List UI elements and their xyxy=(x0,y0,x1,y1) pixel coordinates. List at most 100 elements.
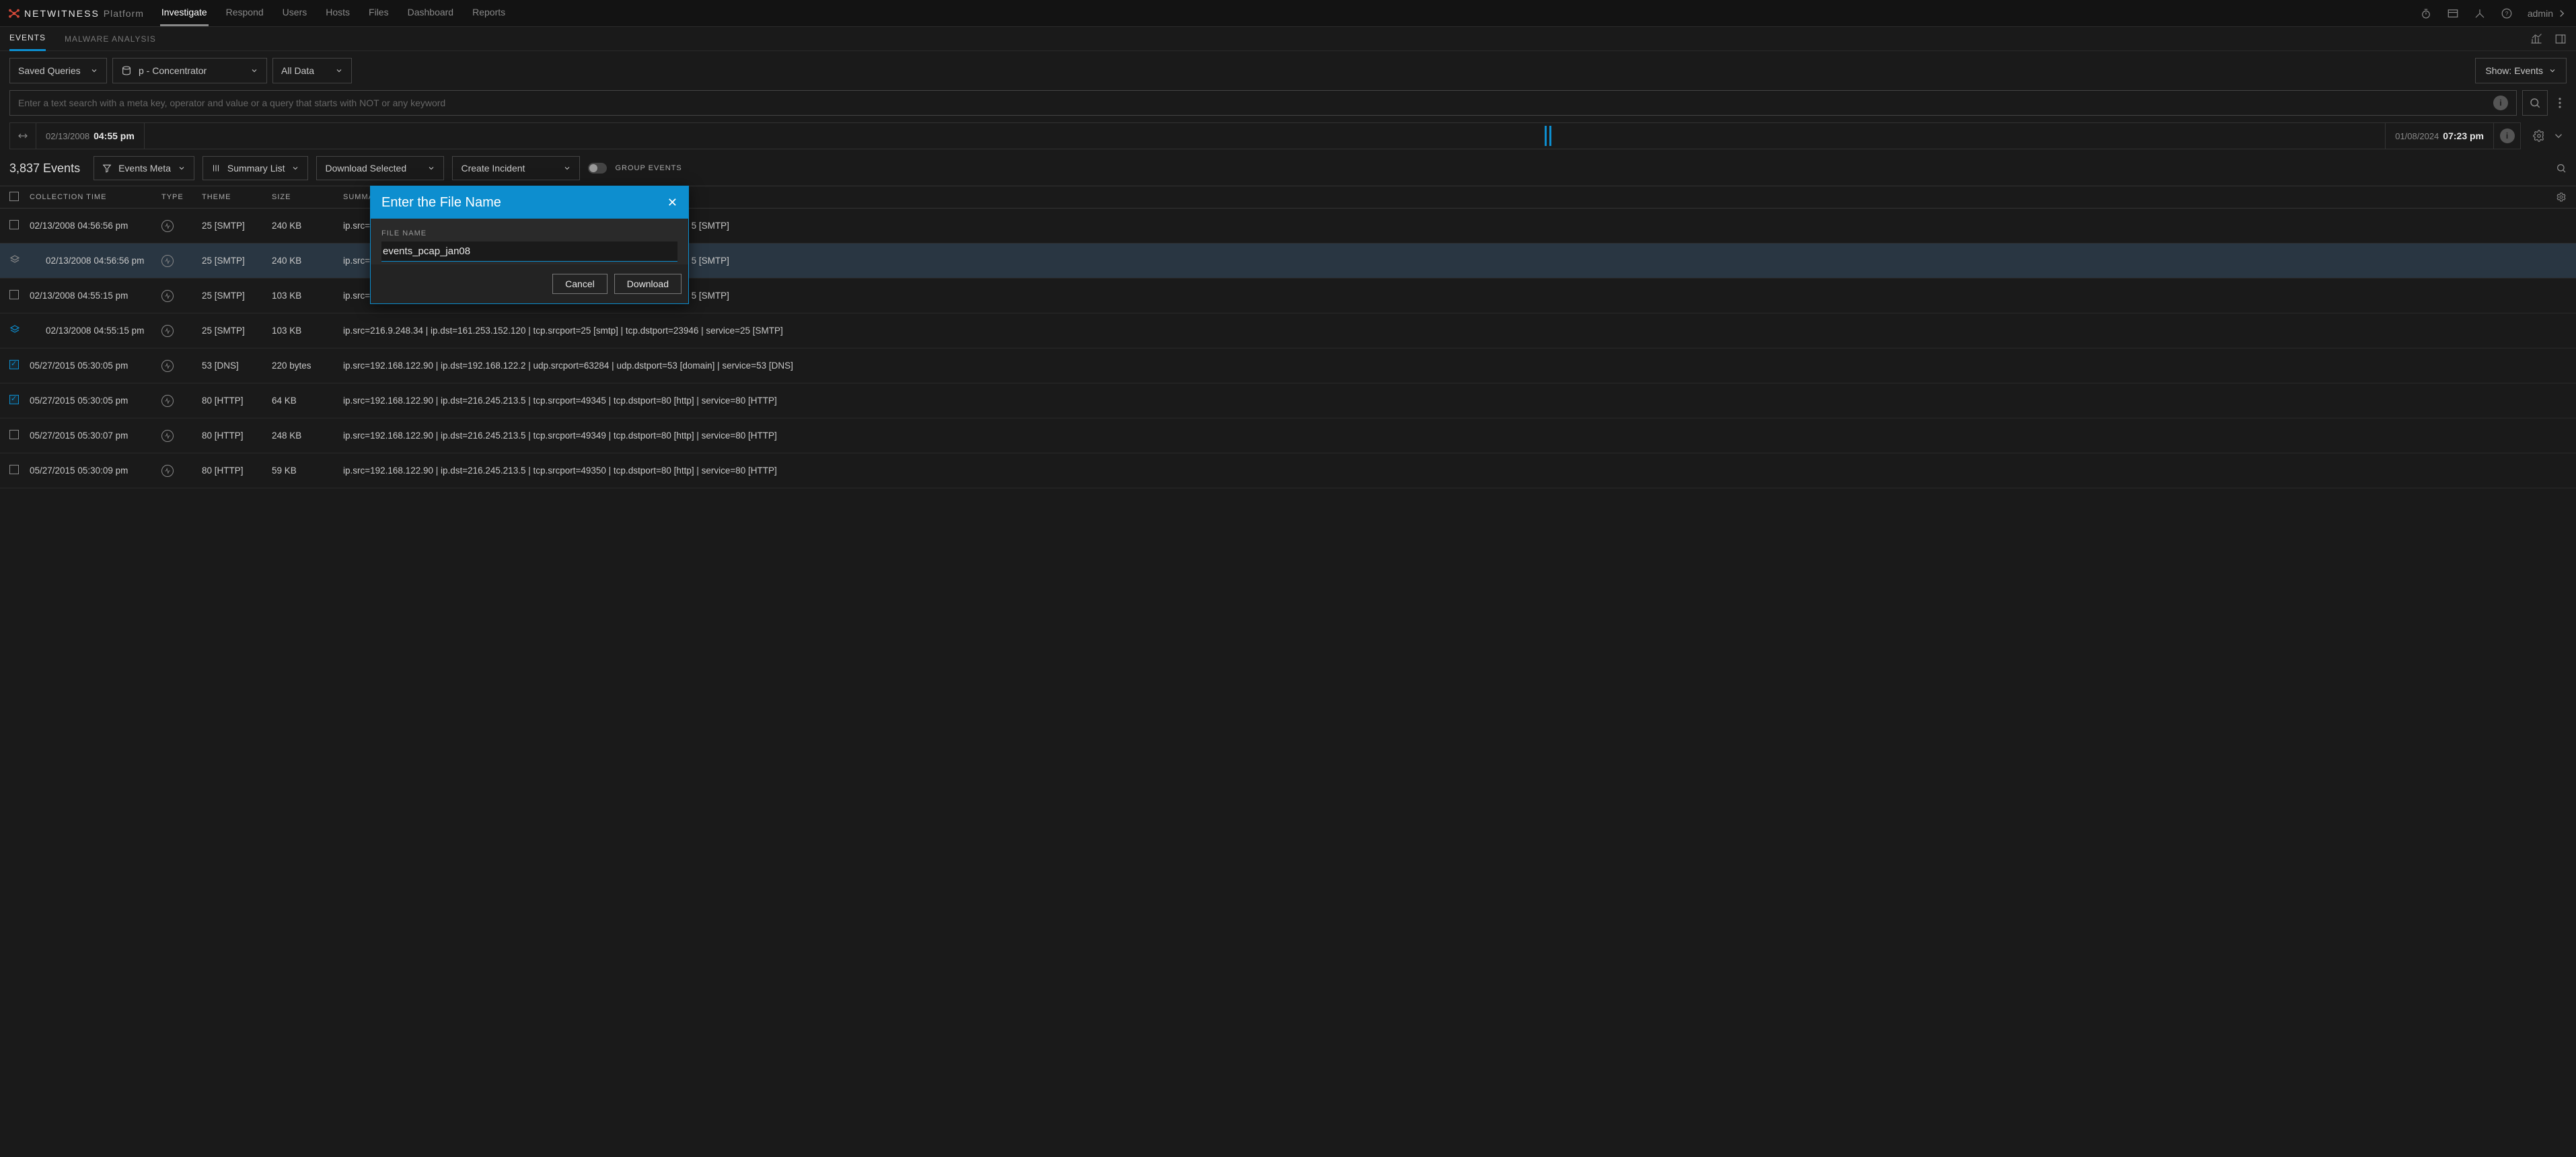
stack-icon[interactable] xyxy=(9,324,20,335)
search-button[interactable] xyxy=(2522,90,2548,116)
create-incident-dropdown[interactable]: Create Incident xyxy=(452,156,580,180)
time-settings-button[interactable] xyxy=(2528,122,2550,149)
col-type[interactable]: TYPE xyxy=(161,193,202,201)
row-checkbox[interactable] xyxy=(9,395,19,404)
table-row[interactable]: 05/27/2015 05:30:05 pm53 [DNS]220 bytesi… xyxy=(0,348,2576,383)
cell-theme: 80 [HTTP] xyxy=(202,396,272,406)
group-events-toggle[interactable] xyxy=(588,163,607,174)
col-theme[interactable]: THEME xyxy=(202,193,272,201)
subnav-malware[interactable]: MALWARE ANALYSIS xyxy=(65,28,156,50)
view-mode-dropdown[interactable]: Summary List xyxy=(203,156,309,180)
stopwatch-icon[interactable] xyxy=(2420,7,2432,20)
time-info-button[interactable]: i xyxy=(2494,122,2521,149)
table-row[interactable]: 05/27/2015 05:30:05 pm80 [HTTP]64 KBip.s… xyxy=(0,383,2576,418)
tools-icon[interactable] xyxy=(2474,7,2486,20)
analytics-icon[interactable] xyxy=(2530,33,2542,45)
chevron-down-icon xyxy=(427,164,435,172)
cell-type xyxy=(161,290,202,302)
cell-theme: 25 [SMTP] xyxy=(202,326,272,336)
cell-collection-time: 05/27/2015 05:30:05 pm xyxy=(27,361,161,371)
row-checkbox[interactable] xyxy=(9,360,19,369)
cell-theme: 80 [HTTP] xyxy=(202,431,272,441)
time-track[interactable] xyxy=(145,122,2385,149)
more-options-button[interactable] xyxy=(2553,90,2567,116)
events-meta-label: Events Meta xyxy=(118,163,171,174)
row-checkbox[interactable] xyxy=(9,290,19,299)
row-checkbox[interactable] xyxy=(9,430,19,439)
stack-icon[interactable] xyxy=(9,254,20,265)
info-icon[interactable]: i xyxy=(2493,96,2508,110)
filename-label: FILE NAME xyxy=(381,229,677,237)
time-start[interactable]: 02/13/2008 04:55 pm xyxy=(36,122,145,149)
cell-type xyxy=(161,465,202,477)
action-bar: 3,837 Events Events Meta Summary List Do… xyxy=(0,156,2576,186)
action-bar-right xyxy=(2556,163,2567,174)
network-type-icon xyxy=(161,290,174,302)
select-all-checkbox[interactable] xyxy=(9,192,19,201)
queue-icon[interactable] xyxy=(2447,7,2459,20)
nav-reports[interactable]: Reports xyxy=(471,0,507,26)
download-dropdown[interactable]: Download Selected xyxy=(316,156,444,180)
table-row[interactable]: 05/27/2015 05:30:07 pm80 [HTTP]248 KBip.… xyxy=(0,418,2576,453)
table-search-button[interactable] xyxy=(2556,163,2567,174)
top-nav-right: ? admin xyxy=(2420,7,2568,20)
time-end-date: 01/08/2024 xyxy=(2395,131,2439,141)
sub-nav-right xyxy=(2530,33,2567,45)
column-settings-button[interactable] xyxy=(2556,192,2567,202)
nav-respond[interactable]: Respond xyxy=(225,0,265,26)
nav-dashboard[interactable]: Dashboard xyxy=(406,0,455,26)
timerange-dropdown[interactable]: All Data xyxy=(272,58,352,83)
brand-name-2: Platform xyxy=(104,8,144,19)
brand-name-1: NETWITNESS xyxy=(24,8,100,19)
network-type-icon xyxy=(161,430,174,442)
saved-queries-dropdown[interactable]: Saved Queries xyxy=(9,58,107,83)
panel-icon[interactable] xyxy=(2554,33,2567,45)
col-collection-time[interactable]: COLLECTION TIME xyxy=(27,193,161,201)
filename-input[interactable] xyxy=(381,241,677,262)
modal-footer: Cancel Download xyxy=(371,264,688,303)
brand-logo: NETWITNESS Platform xyxy=(8,7,144,20)
nav-files[interactable]: Files xyxy=(367,0,390,26)
concentrator-dropdown[interactable]: p - Concentrator xyxy=(112,58,267,83)
nav-hosts[interactable]: Hosts xyxy=(324,0,351,26)
user-menu[interactable]: admin xyxy=(2528,7,2568,20)
events-meta-dropdown[interactable]: Events Meta xyxy=(94,156,194,180)
time-expand-handle[interactable] xyxy=(9,122,36,149)
row-checkbox[interactable] xyxy=(9,465,19,474)
cell-type xyxy=(161,395,202,407)
time-end[interactable]: 01/08/2024 07:23 pm xyxy=(2385,122,2494,149)
table-row[interactable]: 02/13/2008 04:55:15 pm25 [SMTP]103 KBip.… xyxy=(0,313,2576,348)
cell-theme: 25 [SMTP] xyxy=(202,291,272,301)
query-input[interactable] xyxy=(18,98,2488,108)
cell-size: 59 KB xyxy=(272,465,343,476)
col-size[interactable]: SIZE xyxy=(272,193,343,201)
subnav-events[interactable]: EVENTS xyxy=(9,26,46,51)
cancel-button[interactable]: Cancel xyxy=(552,274,608,294)
modal-close-button[interactable]: ✕ xyxy=(667,196,677,210)
cell-size: 103 KB xyxy=(272,291,343,301)
cell-size: 103 KB xyxy=(272,326,343,336)
table-row[interactable]: 05/27/2015 05:30:09 pm80 [HTTP]59 KBip.s… xyxy=(0,453,2576,488)
show-dropdown[interactable]: Show: Events xyxy=(2475,58,2567,83)
time-marker[interactable] xyxy=(1545,126,1551,146)
svg-text:?: ? xyxy=(2505,11,2509,17)
nav-investigate[interactable]: Investigate xyxy=(160,0,209,26)
time-bar: 02/13/2008 04:55 pm 01/08/2024 07:23 pm … xyxy=(0,122,2576,156)
download-button[interactable]: Download xyxy=(614,274,682,294)
network-type-icon xyxy=(161,255,174,267)
help-icon[interactable]: ? xyxy=(2501,7,2513,20)
nav-users[interactable]: Users xyxy=(281,0,309,26)
cell-size: 240 KB xyxy=(272,256,343,266)
toggle-knob xyxy=(589,164,597,172)
show-label: Show: Events xyxy=(2485,65,2543,76)
time-collapse-button[interactable] xyxy=(2550,122,2567,149)
cell-collection-time: 02/13/2008 04:56:56 pm xyxy=(27,256,161,266)
cell-type xyxy=(161,255,202,267)
row-checkbox[interactable] xyxy=(9,220,19,229)
cell-summary: ip.src=192.168.122.90 | ip.dst=192.168.1… xyxy=(343,361,2567,371)
cell-theme: 80 [HTTP] xyxy=(202,465,272,476)
sub-nav: EVENTS MALWARE ANALYSIS xyxy=(0,27,2576,51)
chevron-down-icon xyxy=(563,164,571,172)
query-bar: Saved Queries p - Concentrator All Data … xyxy=(0,51,2576,90)
cell-type xyxy=(161,430,202,442)
